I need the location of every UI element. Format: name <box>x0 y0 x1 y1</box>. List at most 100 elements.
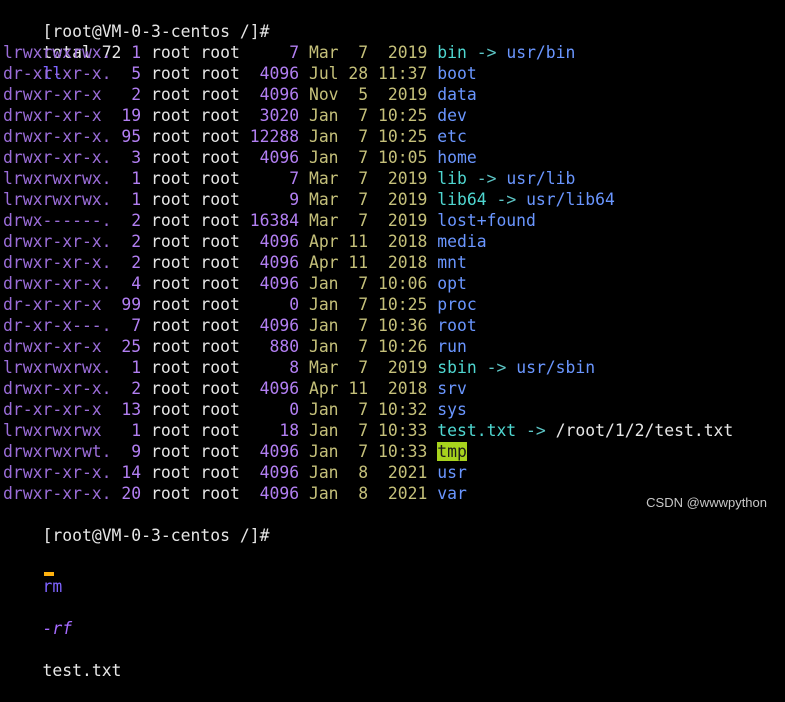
file-name[interactable]: root <box>437 316 476 335</box>
file-name[interactable]: lost+found <box>437 211 536 230</box>
file-name[interactable]: srv <box>437 379 467 398</box>
terminal-cursor <box>44 572 55 576</box>
watermark: CSDN @wwwpython <box>646 495 767 510</box>
listing-row: drwxr-xr-x. 2 root root 4096 Apr 11 2018… <box>3 252 783 273</box>
permissions: drwxr-xr-x <box>3 85 112 104</box>
link-count: 2 <box>111 253 142 272</box>
file-name[interactable]: test.txt <box>437 421 516 440</box>
modified-date: Mar 7 2019 <box>299 358 438 377</box>
owner: root <box>141 64 191 83</box>
file-size: 4096 <box>239 274 300 293</box>
modified-date: Jan 7 10:25 <box>299 127 438 146</box>
command-flag: -rf <box>42 619 73 638</box>
group: root <box>190 421 240 440</box>
file-name[interactable]: boot <box>437 64 476 83</box>
link-count: 13 <box>111 400 142 419</box>
file-name[interactable]: lib64 <box>437 190 486 209</box>
file-name[interactable]: proc <box>437 295 476 314</box>
link-count: 2 <box>111 85 142 104</box>
permissions: drwxr-xr-x. <box>3 253 112 272</box>
listing-row: drwxr-xr-x. 4 root root 4096 Jan 7 10:06… <box>3 273 783 294</box>
file-name[interactable]: opt <box>437 274 467 293</box>
link-count: 4 <box>111 274 142 293</box>
group: root <box>190 442 240 461</box>
modified-date: Jan 7 10:25 <box>299 106 438 125</box>
listing-row: drwxr-xr-x. 2 root root 4096 Apr 11 2018… <box>3 378 783 399</box>
permissions: drwxrwxrwt. <box>3 442 112 461</box>
modified-date: Apr 11 2018 <box>299 232 438 251</box>
file-size: 4096 <box>239 85 300 104</box>
file-size: 9 <box>239 190 300 209</box>
owner: root <box>141 43 191 62</box>
link-count: 1 <box>111 169 142 188</box>
listing-row: drwxr-xr-x. 2 root root 4096 Apr 11 2018… <box>3 231 783 252</box>
group: root <box>190 43 240 62</box>
group: root <box>190 64 240 83</box>
file-name[interactable]: run <box>437 337 467 356</box>
link-count: 1 <box>111 190 142 209</box>
link-count: 5 <box>111 64 142 83</box>
file-size: 4096 <box>239 232 300 251</box>
group: root <box>190 295 240 314</box>
file-size: 4096 <box>239 442 300 461</box>
file-name[interactable]: lib <box>437 169 467 188</box>
modified-date: Jan 7 10:06 <box>299 274 438 293</box>
listing-row: lrwxrwxrwx. 1 root root 7 Mar 7 2019 lib… <box>3 168 783 189</box>
file-size: 8 <box>239 358 300 377</box>
group: root <box>190 274 240 293</box>
listing-row: lrwxrwxrwx 1 root root 18 Jan 7 10:33 te… <box>3 420 783 441</box>
listing-row: dr-xr-xr-x. 5 root root 4096 Jul 28 11:3… <box>3 63 783 84</box>
listing-rows: lrwxrwxrwx. 1 root root 7 Mar 7 2019 bin… <box>3 42 783 504</box>
listing-row: dr-xr-xr-x 99 root root 0 Jan 7 10:25 pr… <box>3 294 783 315</box>
file-name[interactable]: dev <box>437 106 467 125</box>
file-name[interactable]: bin <box>437 43 467 62</box>
file-name[interactable]: data <box>437 85 476 104</box>
link-count: 20 <box>111 484 142 503</box>
file-size: 7 <box>239 169 300 188</box>
modified-date: Nov 5 2019 <box>299 85 438 104</box>
file-name[interactable]: usr <box>437 463 467 482</box>
file-size: 12288 <box>239 127 300 146</box>
group: root <box>190 400 240 419</box>
owner: root <box>141 400 191 419</box>
prompt-text: [root@VM-0-3-centos /]# <box>42 526 270 545</box>
listing-row: drwxrwxrwt. 9 root root 4096 Jan 7 10:33… <box>3 441 783 462</box>
file-name[interactable]: sys <box>437 400 467 419</box>
permissions: lrwxrwxrwx <box>3 421 112 440</box>
file-size: 7 <box>239 43 300 62</box>
group: root <box>190 106 240 125</box>
terminal-window[interactable]: [root@VM-0-3-centos /]# ll total 72 lrwx… <box>3 0 783 680</box>
file-name[interactable]: media <box>437 232 486 251</box>
modified-date: Mar 7 2019 <box>299 43 438 62</box>
link-count: 2 <box>111 379 142 398</box>
permissions: drwxr-xr-x. <box>3 127 112 146</box>
permissions: drwxr-xr-x. <box>3 379 112 398</box>
file-name[interactable]: mnt <box>437 253 467 272</box>
file-size: 4096 <box>239 316 300 335</box>
permissions: lrwxrwxrwx. <box>3 358 112 377</box>
owner: root <box>141 379 191 398</box>
symlink-arrow: -> <box>466 169 507 188</box>
permissions: dr-xr-x---. <box>3 316 112 335</box>
file-size: 4096 <box>239 463 300 482</box>
group: root <box>190 253 240 272</box>
modified-date: Jan 7 10:33 <box>299 442 438 461</box>
owner: root <box>141 106 191 125</box>
symlink-arrow: -> <box>476 358 517 377</box>
file-name[interactable]: var <box>437 484 467 503</box>
group: root <box>190 337 240 356</box>
file-name[interactable]: sbin <box>437 358 476 377</box>
link-count: 3 <box>111 148 142 167</box>
file-name[interactable]: tmp <box>437 442 467 461</box>
prompt-line-top: [root@VM-0-3-centos /]# ll <box>3 0 783 83</box>
permissions: drwxr-xr-x. <box>3 463 112 482</box>
file-name[interactable]: etc <box>437 127 467 146</box>
permissions: drwxr-xr-x <box>3 106 112 125</box>
listing-row: dr-xr-xr-x 13 root root 0 Jan 7 10:32 sy… <box>3 399 783 420</box>
owner: root <box>141 85 191 104</box>
permissions: drwxr-xr-x. <box>3 232 112 251</box>
owner: root <box>141 295 191 314</box>
file-size: 4096 <box>239 379 300 398</box>
modified-date: Apr 11 2018 <box>299 253 438 272</box>
file-name[interactable]: home <box>437 148 476 167</box>
